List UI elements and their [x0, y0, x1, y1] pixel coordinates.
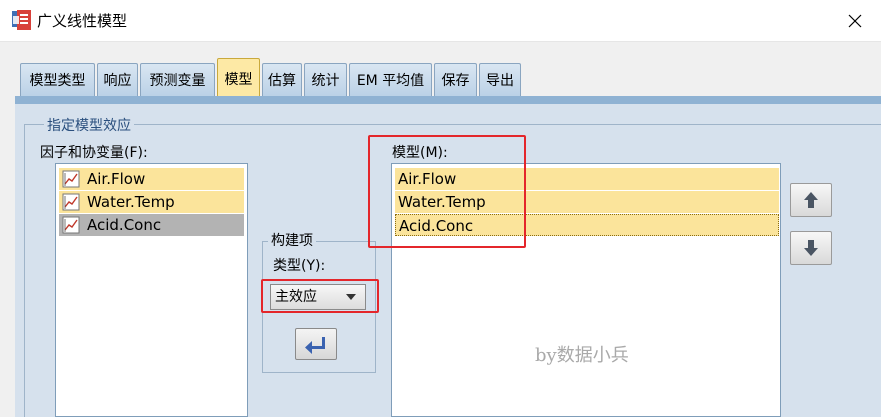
close-icon[interactable] [843, 9, 867, 33]
factor-item-label: Air.Flow [87, 170, 146, 188]
title-bar: 广义线性模型 [0, 0, 881, 42]
arrow-left-icon [305, 337, 325, 354]
factor-item[interactable]: Water.Temp [59, 191, 244, 213]
tab-response[interactable]: 响应 [97, 63, 138, 98]
tab-statistics[interactable]: 统计 [304, 63, 347, 98]
arrow-down-icon [804, 240, 818, 256]
build-term-group-title: 构建项 [268, 232, 316, 250]
factor-item[interactable]: Air.Flow [59, 168, 244, 190]
window-title: 广义线性模型 [37, 12, 128, 30]
tab-export[interactable]: 导出 [479, 63, 521, 98]
tab-em-means[interactable]: EM 平均值 [349, 63, 432, 98]
scale-variable-icon [62, 170, 80, 188]
type-label: 类型(Y): [273, 258, 326, 274]
tab-estimation[interactable]: 估算 [262, 63, 302, 98]
highlight-box-type [261, 279, 379, 313]
scale-variable-icon [62, 193, 80, 211]
highlight-box-model [368, 135, 526, 248]
factor-item[interactable]: Acid.Conc [59, 214, 244, 236]
factor-item-label: Acid.Conc [87, 216, 162, 234]
arrow-up-icon [804, 192, 818, 208]
tab-predictors[interactable]: 预测变量 [140, 63, 215, 98]
factors-label: 因子和协变量(F): [40, 145, 148, 161]
app-icon [12, 10, 31, 30]
tab-save[interactable]: 保存 [434, 63, 477, 98]
move-down-button[interactable] [790, 231, 832, 265]
scale-variable-icon [62, 216, 80, 234]
model-effects-group-title: 指定模型效应 [44, 117, 134, 135]
move-to-model-button[interactable] [295, 328, 337, 360]
move-up-button[interactable] [790, 183, 832, 217]
tab-strip-line [15, 96, 881, 104]
tab-model-type[interactable]: 模型类型 [20, 63, 95, 98]
watermark: by数据小兵 [535, 345, 629, 366]
factors-listbox[interactable]: Air.Flow Water.Temp Acid.Conc [55, 163, 248, 417]
factor-item-label: Water.Temp [87, 193, 175, 211]
tab-model[interactable]: 模型 [217, 58, 260, 100]
